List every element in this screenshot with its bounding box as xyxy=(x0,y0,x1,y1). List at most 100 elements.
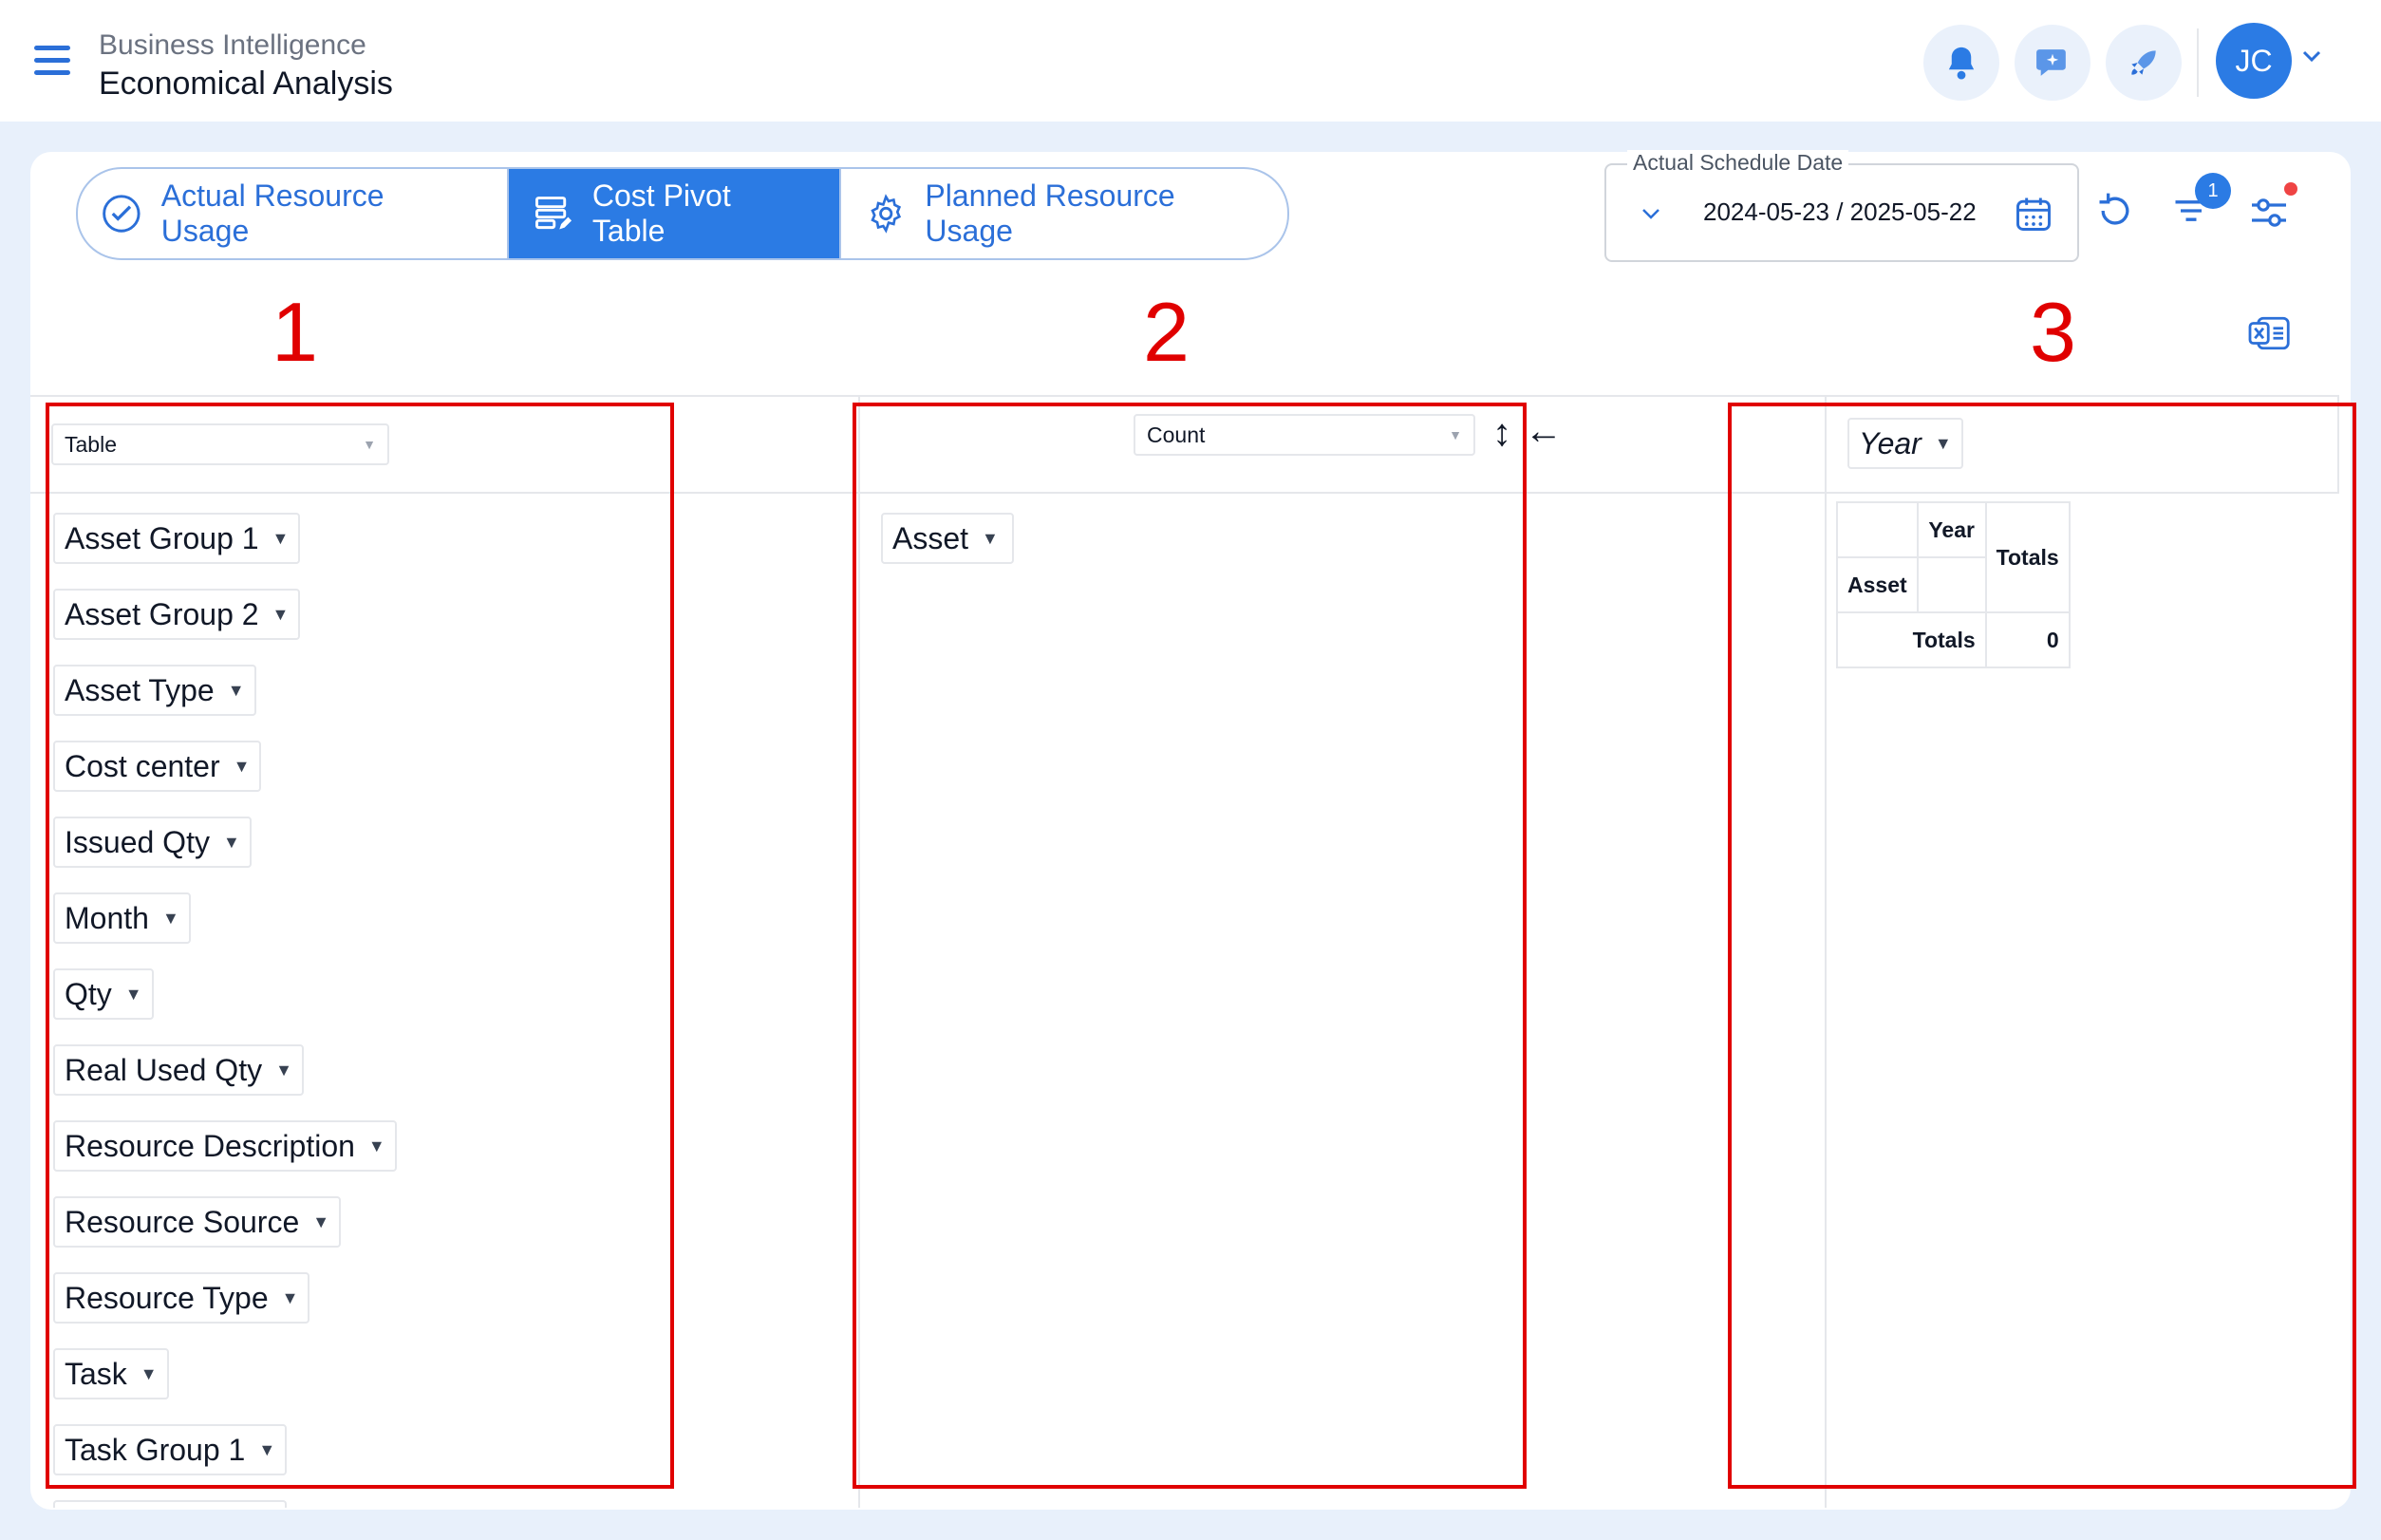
caret-down-icon: ▼ xyxy=(222,832,240,852)
menu-icon[interactable] xyxy=(34,46,70,76)
caret-down-icon: ▼ xyxy=(272,528,290,548)
tab-label: Actual Resource Usage xyxy=(160,178,384,248)
gear-icon xyxy=(871,194,902,234)
tab-planned-resource-usage[interactable]: Planned Resource Usage xyxy=(839,169,1287,258)
caret-down-icon: ▼ xyxy=(227,680,245,700)
field-label: Asset Group 2 xyxy=(65,596,259,631)
chevron-down-icon[interactable] xyxy=(2301,49,2322,67)
annotation-number-1: 1 xyxy=(272,285,318,379)
col-field-year[interactable]: Year ▼ xyxy=(1847,418,1963,469)
caret-down-icon: ▼ xyxy=(272,604,290,624)
field-label: Asset xyxy=(892,520,969,555)
field-label: Issued Qty xyxy=(65,824,210,859)
view-tabs: Actual Resource Usage Cost Pivot Table P… xyxy=(76,167,1289,260)
settings-alert-dot xyxy=(2284,182,2297,196)
avatar[interactable]: JC xyxy=(2216,23,2292,99)
caret-down-icon: ▼ xyxy=(140,1363,158,1383)
date-range-value: 2024-05-23 / 2025-05-22 xyxy=(1703,197,1977,226)
aggregator-select[interactable]: Count ▼ xyxy=(1134,414,1475,456)
caret-down-icon: ▼ xyxy=(281,1287,299,1307)
caret-down-icon: ▼ xyxy=(367,1136,385,1155)
header-divider xyxy=(2197,28,2199,97)
field-label: Resource Description xyxy=(65,1128,355,1163)
field-label: Resource Type xyxy=(65,1280,269,1315)
field-chip-asset-type[interactable]: Asset Type ▼ xyxy=(53,665,256,716)
table-edit-icon xyxy=(535,197,572,230)
tab-label: Cost Pivot Table xyxy=(591,178,731,248)
renderer-select[interactable]: Table ▼ xyxy=(51,423,389,465)
pivot-row-header: Asset xyxy=(1836,556,1919,613)
caret-down-icon: ▼ xyxy=(258,1439,276,1459)
pivot-divider-left xyxy=(858,395,860,1508)
pivot-totals-col-header: Totals xyxy=(1984,501,2071,613)
field-chip-cost-center[interactable]: Cost center ▼ xyxy=(53,741,262,792)
field-chip-resource-description[interactable]: Resource Description ▼ xyxy=(53,1120,397,1172)
page-subtitle: Business Intelligence xyxy=(99,29,366,61)
date-range-field[interactable]: Actual Schedule Date 2024-05-23 / 2025-0… xyxy=(1604,150,2079,262)
field-chip-task-group-1[interactable]: Task Group 1 ▼ xyxy=(53,1424,288,1475)
notifications-button[interactable] xyxy=(1923,25,1999,101)
annotation-number-3: 3 xyxy=(2030,285,2076,379)
field-chip-qty[interactable]: Qty ▼ xyxy=(53,968,154,1020)
field-chip-asset-group-1[interactable]: Asset Group 1 ▼ xyxy=(53,513,301,564)
calendar-icon[interactable] xyxy=(2013,192,2054,235)
pivot-corner xyxy=(1836,501,1919,558)
row-field-asset[interactable]: Asset ▼ xyxy=(881,513,1014,564)
field-label: Cost center xyxy=(65,748,220,783)
field-label: Asset Type xyxy=(65,672,215,707)
field-chip-real-used-qty[interactable]: Real Used Qty ▼ xyxy=(53,1044,304,1096)
pivot-table: Year Totals Asset Totals 0 xyxy=(1836,501,2071,668)
field-chip-partial xyxy=(53,1500,287,1508)
caret-down-icon: ▼ xyxy=(312,1211,330,1231)
bell-icon xyxy=(1948,47,1975,80)
annotation-number-2: 2 xyxy=(1143,285,1190,379)
pivot-totals-row-header: Totals xyxy=(1836,611,1987,668)
chat-button[interactable] xyxy=(2015,25,2090,101)
pivot-right-border xyxy=(2337,395,2339,492)
page-heading: Business Intelligence Economical Analysi… xyxy=(99,28,393,104)
field-chip-month[interactable]: Month ▼ xyxy=(53,892,191,944)
caret-down-icon: ▼ xyxy=(275,1060,292,1080)
field-chip-task[interactable]: Task ▼ xyxy=(53,1348,169,1399)
pivot-divider-right xyxy=(1825,395,1827,1508)
field-label: Task xyxy=(65,1356,127,1391)
caret-down-icon: ▼ xyxy=(982,528,999,548)
field-chip-issued-qty[interactable]: Issued Qty ▼ xyxy=(53,817,252,868)
filter-count-badge: 1 xyxy=(2195,173,2231,209)
field-chip-resource-type[interactable]: Resource Type ▼ xyxy=(53,1272,310,1324)
pivot-top-border xyxy=(30,395,2339,397)
pivot-header-divider xyxy=(30,492,2339,494)
aggregator-value: Count xyxy=(1147,422,1206,447)
main-card xyxy=(30,152,2351,1510)
caret-down-icon: ▼ xyxy=(233,756,251,776)
field-label: Asset Group 1 xyxy=(65,520,259,555)
field-label: Month xyxy=(65,900,149,935)
date-range-label: Actual Schedule Date xyxy=(1627,150,1849,176)
tab-actual-resource-usage[interactable]: Actual Resource Usage xyxy=(78,169,507,258)
annotation-arrow: ← xyxy=(1525,410,1563,452)
pivot-grand-total: 0 xyxy=(1984,611,2071,668)
check-circle-icon xyxy=(103,195,141,233)
field-label: Resource Source xyxy=(65,1204,300,1239)
tab-label: Planned Resource Usage xyxy=(925,178,1175,248)
excel-export-icon[interactable] xyxy=(2248,313,2292,358)
sliders-icon[interactable] xyxy=(2246,190,2292,240)
caret-down-icon: ▼ xyxy=(1449,427,1462,442)
pivot-col-header: Year xyxy=(1916,501,1987,558)
field-chip-asset-group-2[interactable]: Asset Group 2 ▼ xyxy=(53,589,301,640)
chevron-down-icon[interactable] xyxy=(1640,207,1661,220)
caret-down-icon: ▼ xyxy=(1934,433,1952,453)
chat-sparkle-icon xyxy=(2036,49,2066,76)
page-title: Economical Analysis xyxy=(99,66,393,102)
field-label: Qty xyxy=(65,976,112,1011)
field-chip-resource-source[interactable]: Resource Source ▼ xyxy=(53,1196,342,1248)
launch-button[interactable] xyxy=(2106,25,2182,101)
tab-cost-pivot-table[interactable]: Cost Pivot Table xyxy=(507,169,839,258)
caret-down-icon: ▼ xyxy=(161,908,179,928)
top-bar: Business Intelligence Economical Analysi… xyxy=(0,0,2381,122)
refresh-icon[interactable] xyxy=(2094,190,2136,236)
field-label: Task Group 1 xyxy=(65,1432,246,1467)
sort-order-toggle[interactable]: ↕ xyxy=(1492,412,1511,455)
pivot-empty-cell xyxy=(1916,556,1987,613)
renderer-value: Table xyxy=(65,431,117,457)
